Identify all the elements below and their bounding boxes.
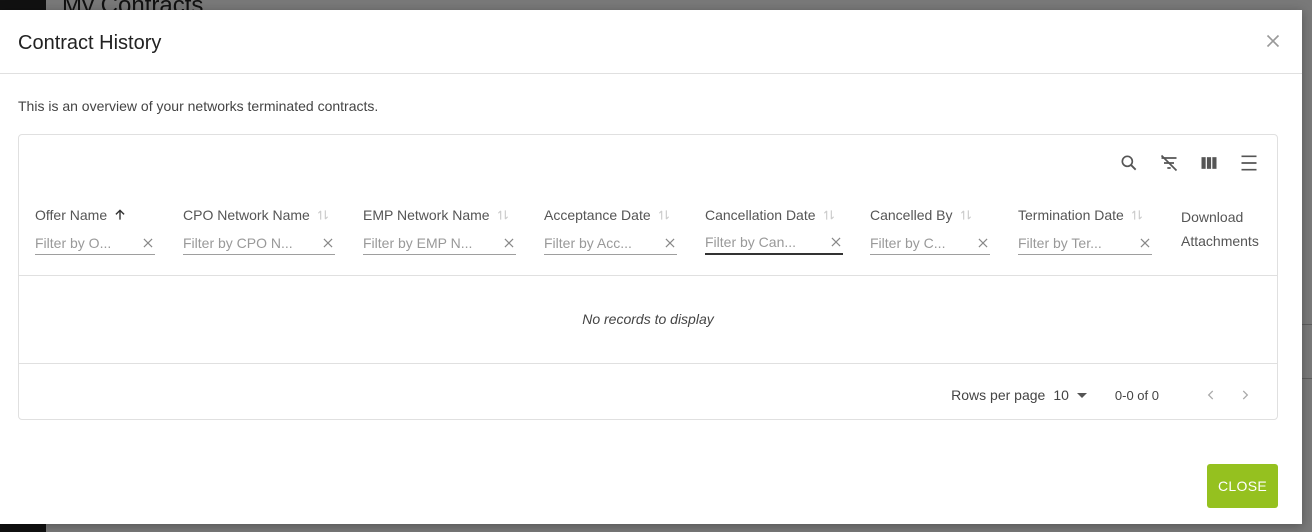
filter-cpo-network-name	[183, 231, 335, 255]
column-header-label: EMP Network Name	[363, 207, 490, 223]
column-header[interactable]: EMP Network Name	[363, 205, 510, 225]
column-header-label: Cancellation Date	[705, 207, 816, 223]
column-download-attachments: Download Attachments	[1181, 205, 1259, 253]
rows-per-page-label: Rows per page	[951, 387, 1046, 403]
column-emp-network-name: EMP Network Name	[363, 205, 516, 255]
column-header-label: Cancelled By	[870, 207, 953, 223]
column-termination-date: Termination Date	[1018, 205, 1152, 255]
column-header[interactable]: Cancellation Date	[705, 205, 836, 225]
filter-cancelled-by	[870, 231, 990, 255]
sort-icon[interactable]	[822, 208, 836, 222]
clear-filter-icon[interactable]	[321, 236, 335, 250]
dropdown-arrow-icon	[1076, 392, 1087, 398]
sort-ascending-icon[interactable]	[113, 208, 127, 222]
close-button[interactable]: CLOSE	[1207, 464, 1278, 508]
column-header[interactable]: CPO Network Name	[183, 205, 330, 225]
sort-icon[interactable]	[959, 208, 973, 222]
dialog-header: Contract History	[0, 10, 1302, 74]
filter-offer-name	[35, 231, 155, 255]
column-header[interactable]: Cancelled By	[870, 205, 973, 225]
clear-filter-icon[interactable]	[829, 235, 843, 249]
dialog-title: Contract History	[18, 32, 162, 54]
contract-history-dialog: Contract History This is an overview of …	[0, 10, 1302, 524]
dialog-description: This is an overview of your networks ter…	[18, 98, 379, 114]
close-icon[interactable]	[1262, 30, 1284, 52]
filter-cancellation-date	[705, 231, 843, 255]
chevron-left-icon	[1207, 390, 1214, 400]
next-page-button[interactable]	[1233, 383, 1257, 407]
pagination-range: 0-0 of 0	[1114, 387, 1159, 403]
clear-filter-icon[interactable]	[141, 236, 155, 250]
chevron-right-icon	[1242, 390, 1249, 400]
column-cpo-network-name: CPO Network Name	[183, 205, 335, 255]
clear-filter-icon[interactable]	[663, 236, 677, 250]
filter-input[interactable]	[544, 234, 653, 251]
filter-off-icon[interactable]	[1159, 153, 1179, 173]
sort-icon[interactable]	[657, 208, 671, 222]
clear-filter-icon[interactable]	[502, 236, 516, 250]
column-cancellation-date: Cancellation Date	[705, 205, 843, 255]
clear-filter-icon[interactable]	[976, 236, 990, 250]
filter-input[interactable]	[870, 234, 966, 251]
column-header[interactable]: Offer Name	[35, 205, 127, 225]
table-header-divider	[19, 275, 1277, 276]
column-header-label: Termination Date	[1018, 207, 1124, 223]
column-acceptance-date: Acceptance Date	[544, 205, 677, 255]
filter-input[interactable]	[363, 234, 492, 251]
column-header[interactable]: Termination Date	[1018, 205, 1144, 225]
filter-input[interactable]	[705, 234, 819, 250]
column-cancelled-by: Cancelled By	[870, 205, 990, 255]
sort-icon[interactable]	[316, 208, 330, 222]
rows-per-page-select[interactable]: 10	[1053, 387, 1087, 403]
contract-history-table: Offer Name CPO Network Name	[18, 134, 1278, 420]
sort-icon[interactable]	[1130, 208, 1144, 222]
filter-emp-network-name	[363, 231, 516, 255]
clear-filter-icon[interactable]	[1138, 236, 1152, 250]
column-header-label: Attachments	[1181, 233, 1259, 249]
search-icon[interactable]	[1119, 153, 1139, 173]
table-toolbar	[1119, 153, 1259, 173]
density-icon[interactable]	[1239, 153, 1259, 173]
view-column-icon[interactable]	[1199, 153, 1219, 173]
filter-input[interactable]	[1018, 234, 1128, 251]
column-header-label: Acceptance Date	[544, 207, 651, 223]
column-offer-name: Offer Name	[35, 205, 155, 255]
filter-acceptance-date	[544, 231, 677, 255]
column-header[interactable]: Acceptance Date	[544, 205, 671, 225]
column-header-label: Offer Name	[35, 207, 108, 223]
table-footer-divider	[19, 363, 1277, 364]
filter-input[interactable]	[35, 234, 131, 251]
sort-icon[interactable]	[496, 208, 510, 222]
column-header-label: Download	[1181, 209, 1244, 225]
filter-input[interactable]	[183, 234, 311, 251]
pagination: Rows per page 10 0-0 of 0	[951, 383, 1257, 407]
empty-state-message: No records to display	[582, 311, 714, 327]
rows-per-page-value: 10	[1053, 387, 1069, 403]
filter-termination-date	[1018, 231, 1152, 255]
previous-page-button[interactable]	[1199, 383, 1223, 407]
column-header-label: CPO Network Name	[183, 207, 310, 223]
